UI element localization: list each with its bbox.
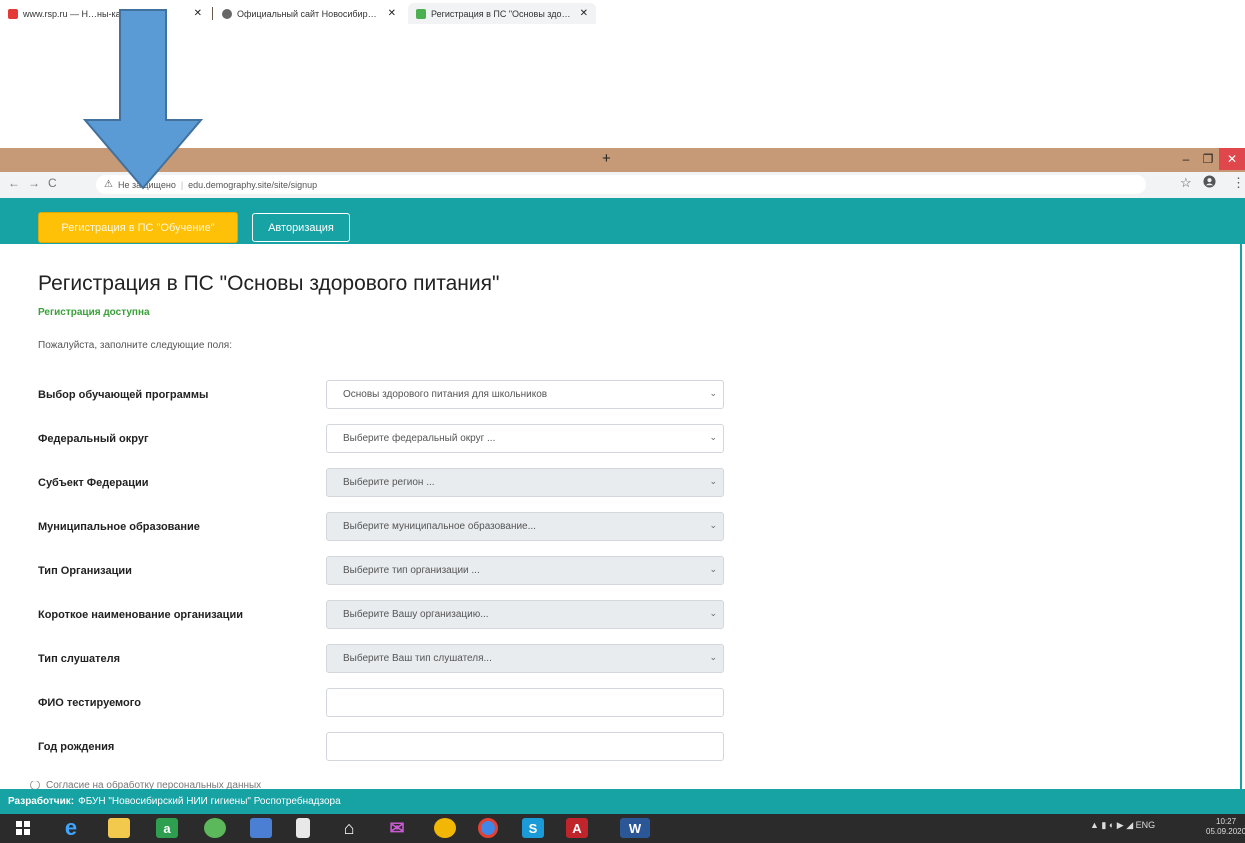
org-name-select[interactable]: Выберите Вашу организацию... ⌄ [326, 600, 724, 629]
program-select[interactable]: Основы здорового питания для школьников … [326, 380, 724, 409]
consent-label: Согласие на обработку персональных данны… [46, 781, 262, 789]
home-icon[interactable]: ⌂ [338, 818, 360, 838]
fullname-input[interactable] [326, 688, 724, 717]
internet-explorer-icon[interactable]: e [60, 815, 82, 840]
birth-year-input[interactable] [326, 732, 724, 761]
region-select[interactable]: Выберите регион ... ⌄ [326, 468, 724, 497]
tab-2-label: Официальный сайт Новосибир… [237, 8, 377, 19]
form-instructions: Пожалуйста, заполните следующие поля: [38, 340, 232, 351]
scrollbar[interactable] [1240, 244, 1242, 789]
annotation-arrow-icon [82, 9, 204, 190]
word-icon[interactable]: W [620, 818, 650, 838]
page-title: Регистрация в ПС "Основы здорового питан… [38, 272, 500, 295]
region-select-value: Выберите регион ... [343, 477, 435, 488]
chevron-down-icon: ⌄ [709, 520, 717, 530]
windows-start-icon[interactable] [12, 818, 34, 838]
mail-icon[interactable]: ✉ [386, 818, 408, 838]
chevron-down-icon: ⌄ [709, 652, 717, 662]
field-label-fullname: ФИО тестируемого [38, 697, 141, 709]
consent-checkbox[interactable] [30, 781, 40, 789]
org-type-select-value: Выберите тип организации ... [343, 565, 480, 576]
system-tray[interactable]: ▲ ▮ ◐ ▶ ◢ ENG [1090, 820, 1155, 831]
field-label-org-name: Короткое наименование организации [38, 609, 243, 621]
chevron-down-icon: ⌄ [709, 608, 717, 618]
tray-icons[interactable]: ▲ ▮ ◐ ▶ ◢ [1090, 820, 1133, 830]
field-label-program: Выбор обучающей программы [38, 389, 209, 401]
close-window-button[interactable]: ✕ [1219, 148, 1245, 170]
yandex-browser-icon[interactable] [434, 818, 456, 838]
org-name-select-value: Выберите Вашу организацию... [343, 609, 489, 620]
login-button[interactable]: Авторизация [252, 213, 350, 242]
tab-3-active[interactable]: Регистрация в ПС "Основы здо… ✕ [408, 3, 596, 24]
clock-time: 10:27 [1216, 817, 1237, 826]
field-label-org-type: Тип Организации [38, 565, 132, 577]
tab-3-label: Регистрация в ПС "Основы здо… [431, 8, 571, 19]
clock-date: 05.09.2020 [1206, 827, 1245, 836]
program-select-value: Основы здорового питания для школьников [343, 389, 548, 400]
tab-close-icon[interactable]: ✕ [388, 8, 396, 19]
minimize-button[interactable]: – [1175, 148, 1197, 170]
municipality-select-value: Выберите муниципальное образование... [343, 521, 536, 532]
field-label-municipality: Муниципальное образование [38, 521, 200, 533]
acrobat-icon[interactable]: A [566, 818, 588, 838]
url-bar[interactable]: ⚠ Не защищено | edu.demography.site/site… [96, 175, 1146, 194]
site-footer: Разработчик: ФБУН "Новосибирский НИИ гиг… [0, 789, 1245, 814]
field-label-birth-year: Год рождения [38, 741, 115, 753]
listener-type-select[interactable]: Выберите Ваш тип слушателя... ⌄ [326, 644, 724, 673]
footer-developer-text: ФБУН "Новосибирский НИИ гигиены" Роспотр… [78, 796, 341, 807]
org-type-select[interactable]: Выберите тип организации ... ⌄ [326, 556, 724, 585]
utorrent-icon[interactable] [204, 818, 226, 838]
monitor-icon[interactable] [250, 818, 272, 838]
store-icon[interactable]: a [156, 818, 178, 838]
field-label-district: Федеральный округ [38, 433, 149, 445]
register-button[interactable]: Регистрация в ПС "Обучение" [38, 212, 238, 243]
tab-2[interactable]: Официальный сайт Новосибир… ✕ [214, 3, 404, 24]
chevron-down-icon: ⌄ [709, 476, 717, 486]
district-select-value: Выберите федеральный округ ... [343, 433, 496, 444]
site-favicon-icon [416, 8, 426, 19]
chrome-icon[interactable] [478, 818, 498, 838]
consent-row[interactable]: Согласие на обработку персональных данны… [30, 781, 261, 789]
file-explorer-icon[interactable] [108, 818, 130, 838]
menu-icon[interactable]: ⋮ [1232, 175, 1245, 191]
site-favicon-icon [222, 8, 232, 19]
footer-developer-label: Разработчик: [8, 796, 75, 807]
district-select[interactable]: Выберите федеральный округ ... ⌄ [326, 424, 724, 453]
field-label-listener-type: Тип слушателя [38, 653, 121, 665]
profile-icon[interactable] [1203, 175, 1216, 191]
registration-status: Регистрация доступна [38, 307, 150, 318]
new-tab-button[interactable]: + [602, 150, 611, 167]
chevron-down-icon: ⌄ [709, 432, 717, 442]
chevron-down-icon: ⌄ [709, 388, 717, 398]
document-icon[interactable] [296, 818, 310, 838]
listener-type-select-value: Выберите Ваш тип слушателя... [343, 653, 492, 664]
tab-close-icon[interactable]: ✕ [580, 8, 588, 19]
chevron-down-icon: ⌄ [709, 564, 717, 574]
star-icon[interactable]: ☆ [1180, 175, 1192, 191]
maximize-button[interactable]: ❐ [1197, 148, 1219, 170]
municipality-select[interactable]: Выберите муниципальное образование... ⌄ [326, 512, 724, 541]
taskbar-clock[interactable]: 10:27 05.09.2020 [1206, 817, 1245, 837]
skype-icon[interactable]: S [522, 818, 544, 838]
tray-language[interactable]: ENG [1136, 820, 1156, 830]
field-label-region: Субъект Федерации [38, 477, 149, 489]
